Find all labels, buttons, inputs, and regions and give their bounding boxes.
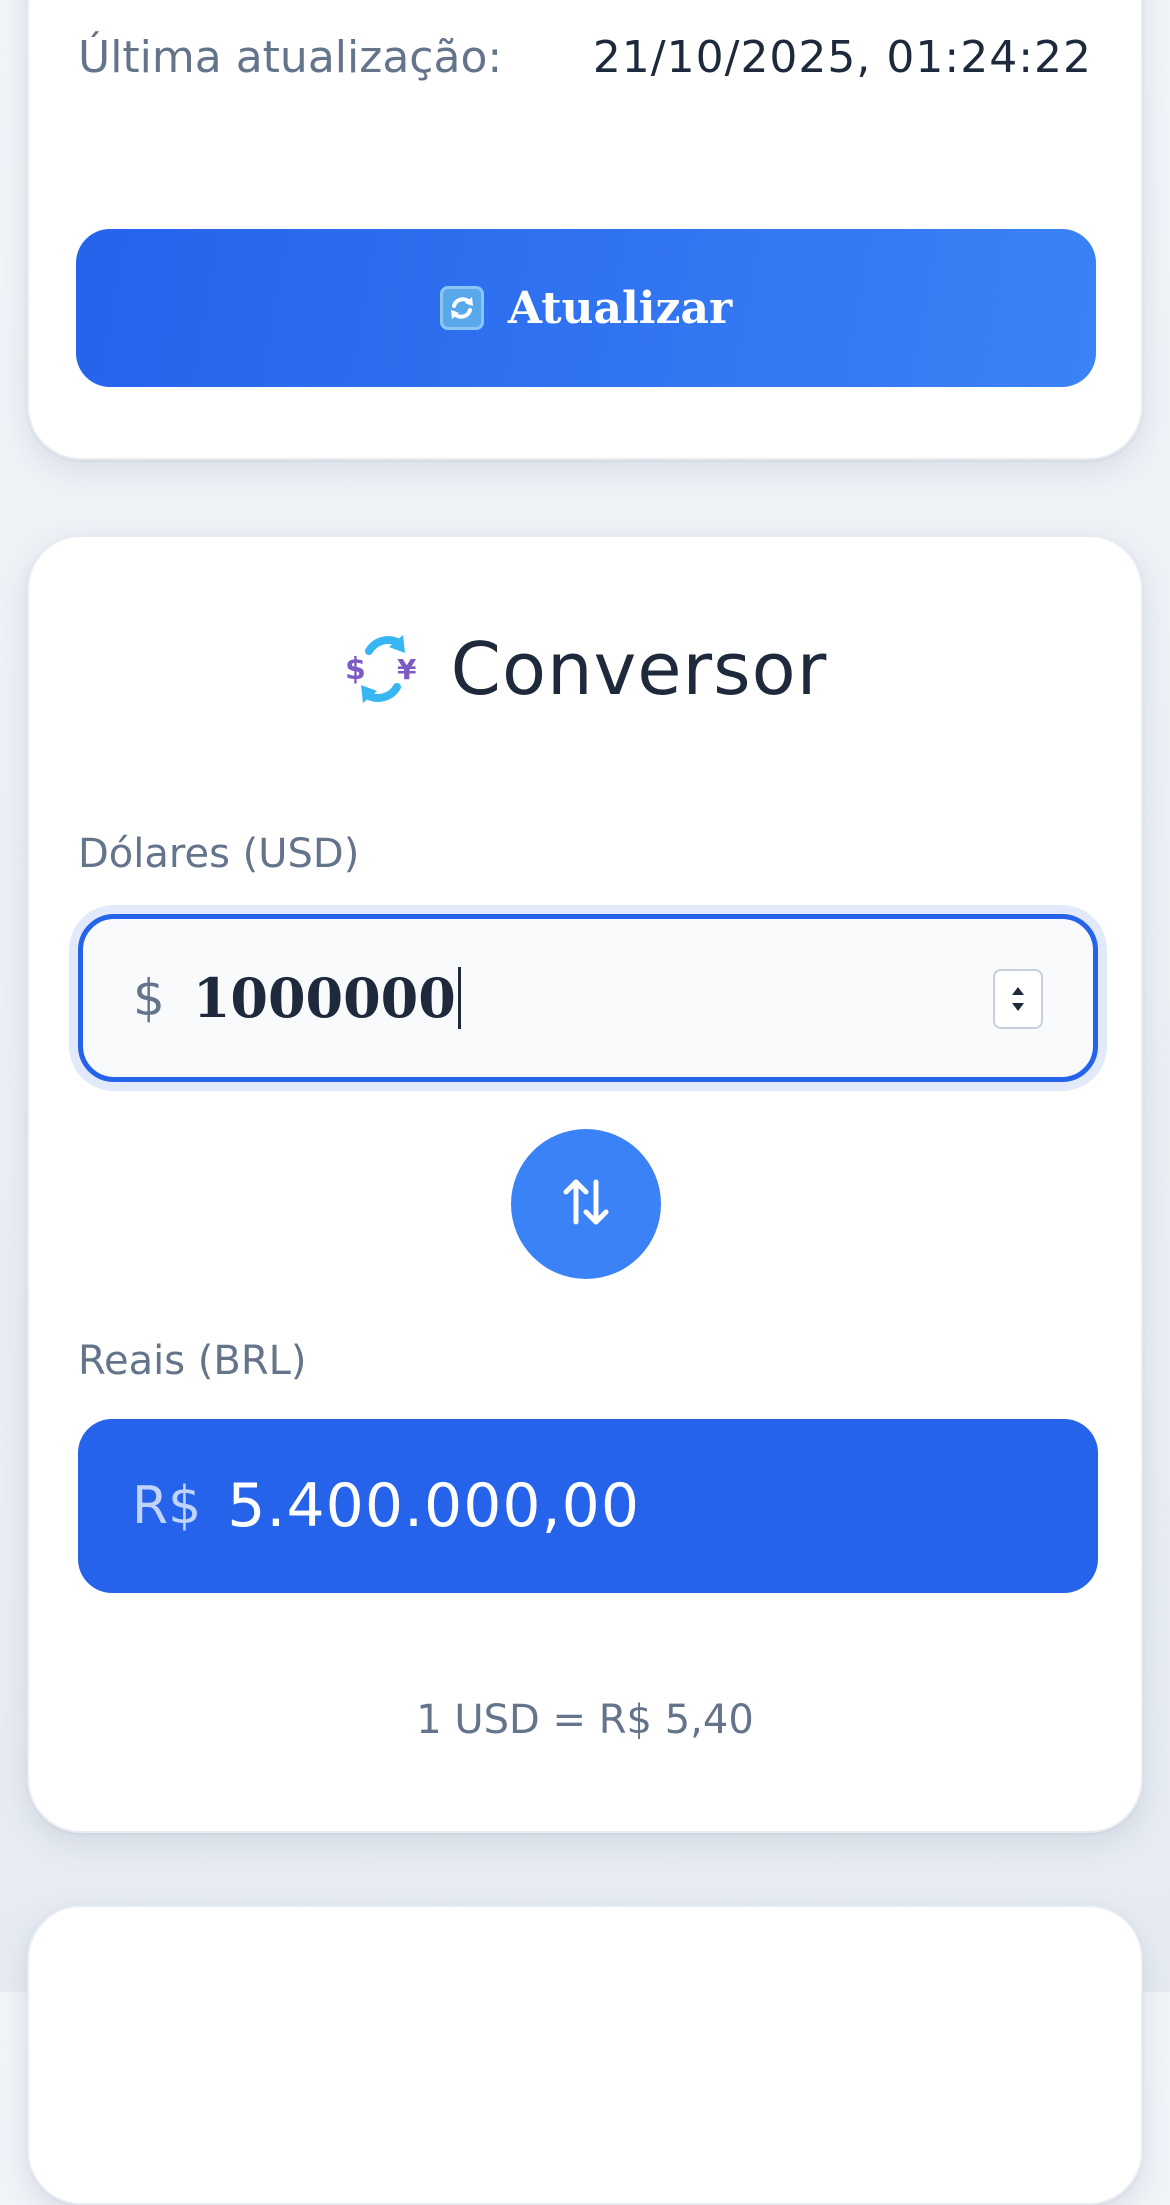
brl-prefix: R$ [132,1476,202,1536]
stepper-up-icon[interactable] [1012,987,1024,995]
svg-text:$: $ [345,652,366,687]
svg-text:¥: ¥ [397,653,417,686]
usd-label: Dólares (USD) [78,831,360,877]
status-card: Última atualização: 21/10/2025, 01:24:22… [27,0,1143,460]
brl-label: Reais (BRL) [78,1338,307,1384]
brl-output-field: R$ 5.400.000,00 [78,1419,1098,1593]
refresh-button-label: Atualizar [507,282,733,334]
converter-title: $ ¥ Conversor [29,627,1141,711]
number-stepper[interactable] [993,969,1043,1029]
last-update-value: 21/10/2025, 01:24:22 [592,32,1092,83]
refresh-button[interactable]: Atualizar [76,229,1096,387]
last-update-row: Última atualização: 21/10/2025, 01:24:22 [78,32,1092,83]
brl-value: 5.400.000,00 [227,1471,640,1541]
swap-button[interactable] [511,1129,661,1279]
stepper-down-icon[interactable] [1012,1003,1024,1011]
next-card [27,1905,1143,2205]
converter-card: $ ¥ Conversor Dólares (USD) $ 1000000 Re… [27,535,1143,1833]
text-caret [457,967,461,1029]
last-update-label: Última atualização: [78,32,503,83]
currency-exchange-icon: $ ¥ [343,629,423,709]
usd-input[interactable]: 1000000 [193,966,456,1030]
usd-input-field[interactable]: $ 1000000 [78,914,1098,1082]
refresh-icon [439,286,484,330]
exchange-rate-text: 1 USD = R$ 5,40 [416,1697,754,1743]
usd-prefix: $ [133,969,165,1027]
swap-vertical-icon [556,1172,616,1236]
converter-title-text: Conversor [450,627,828,711]
